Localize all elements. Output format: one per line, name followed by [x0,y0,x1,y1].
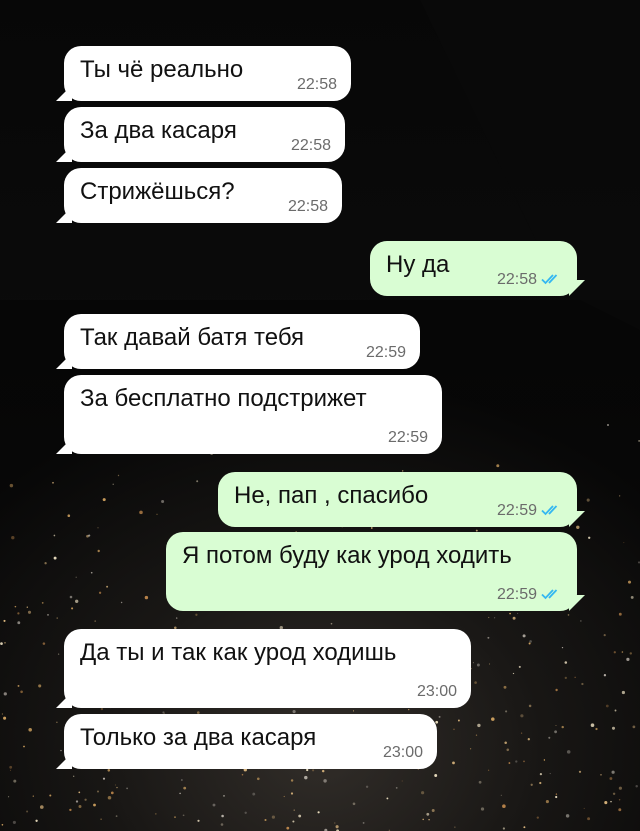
message-text: Я потом буду как урод ходить [182,542,512,569]
message-bubble-incoming[interactable]: Только за два касаря 23:00 [56,714,437,769]
message-text: За бесплатно подстрижет [80,385,367,412]
message-time: 22:59 [496,502,537,519]
message-bubble-outgoing[interactable]: Я потом буду как урод ходить 22:59 [166,532,577,611]
message-bubble-incoming[interactable]: За два касаря 22:58 [56,107,345,162]
read-double-check-icon [541,273,563,285]
message-bubble-incoming[interactable]: Стрижёшься? 22:58 [56,168,342,223]
read-double-check-icon [541,504,563,516]
message-meta: 22:59 [497,502,563,520]
message-text: Не, пап , спасибо [234,482,429,509]
message-time: 22:58 [296,76,337,93]
message-text: Да ты и так как урод ходишь [80,639,397,666]
message-time: 22:58 [496,271,537,288]
message-time: 22:58 [287,198,328,215]
chat-thread: Ты чё реально 22:58 За два касаря 22:58 … [0,0,640,831]
message-meta: 22:59 [497,586,563,604]
message-bubble-outgoing[interactable]: Ну да 22:58 [370,241,577,296]
message-text: Ты чё реально [80,56,244,83]
message-meta: 22:58 [497,271,563,289]
message-bubble-incoming[interactable]: Ты чё реально 22:58 [56,46,351,101]
message-time: 22:58 [290,137,331,154]
message-time: 22:59 [365,344,406,361]
message-time: 23:00 [382,744,423,761]
message-text: За два касаря [80,117,237,144]
message-time: 23:00 [416,683,457,700]
message-text: Так давай батя тебя [80,324,305,351]
read-double-check-icon [541,588,563,600]
message-time: 22:59 [387,429,428,446]
message-text: Стрижёшься? [80,178,235,205]
message-text: Ну да [386,251,450,278]
message-bubble-incoming[interactable]: За бесплатно подстрижет 22:59 [56,375,442,454]
message-bubble-incoming[interactable]: Так давай батя тебя 22:59 [56,314,420,369]
message-time: 22:59 [496,586,537,603]
message-text: Только за два касаря [80,724,317,751]
message-bubble-incoming[interactable]: Да ты и так как урод ходишь 23:00 [56,629,471,708]
message-bubble-outgoing[interactable]: Не, пап , спасибо 22:59 [218,472,577,527]
